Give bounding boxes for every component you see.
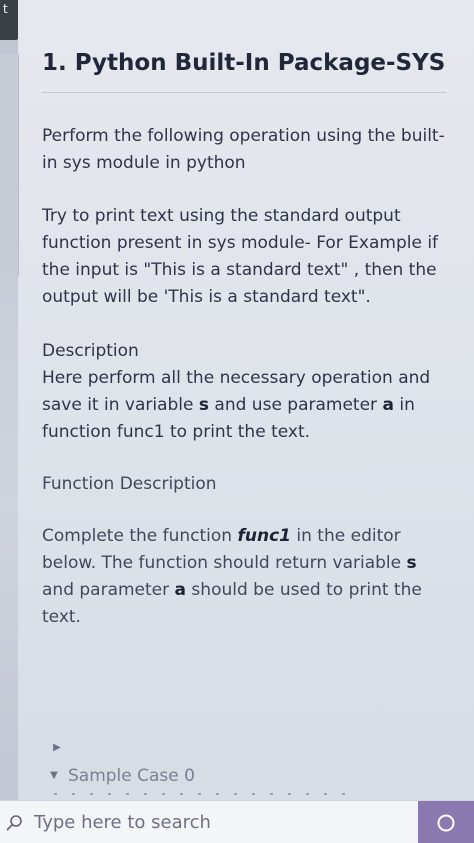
sample-case-toggle[interactable]: ▼ Sample Case 0 — [48, 764, 308, 788]
instructions-paragraph: Perform the following operation using th… — [42, 126, 445, 173]
complete-text-middle-two: and parameter — [42, 580, 175, 600]
parameter-a-second: a — [174, 580, 187, 600]
browser-screen: t 1. Python Built-In Package-SYS Perform… — [0, 0, 474, 843]
complete-text-start: Complete the function — [42, 526, 238, 546]
title-divider — [42, 92, 446, 93]
description-text-middle: and use parameter — [209, 395, 383, 415]
example-paragraph: Try to print text using the standard out… — [42, 206, 439, 307]
circle-icon — [437, 814, 455, 831]
caret-down-icon: ▼ — [50, 770, 58, 781]
function-name: func1 — [237, 526, 291, 546]
variable-s: s — [198, 395, 210, 415]
problem-title: 1. Python Built-In Package-SYS — [42, 50, 446, 76]
variable-s-second: s — [406, 553, 417, 573]
taskbar-search-input[interactable] — [28, 806, 398, 839]
taskbar-cortana-button[interactable] — [418, 801, 474, 843]
sample-case-label: Sample Case 0 — [68, 766, 195, 786]
parameter-a: a — [382, 395, 394, 415]
taskbar-search[interactable] — [0, 801, 418, 843]
search-icon — [0, 801, 28, 843]
description-section: Description Here perform all the necessa… — [42, 338, 452, 446]
function-description-text: Complete the function func1 in the edito… — [42, 523, 452, 631]
function-description-heading: Function Description — [42, 474, 217, 494]
corner-tab-label: t — [3, 2, 8, 16]
description-heading: Description — [42, 341, 139, 361]
corner-tab[interactable]: t — [0, 0, 18, 40]
cropped-next-line — [54, 793, 356, 795]
side-panel — [0, 54, 19, 276]
windows-taskbar — [0, 800, 474, 843]
problem-content: 1. Python Built-In Package-SYS Perform t… — [18, 0, 474, 800]
play-icon[interactable]: ▶ — [50, 741, 64, 755]
